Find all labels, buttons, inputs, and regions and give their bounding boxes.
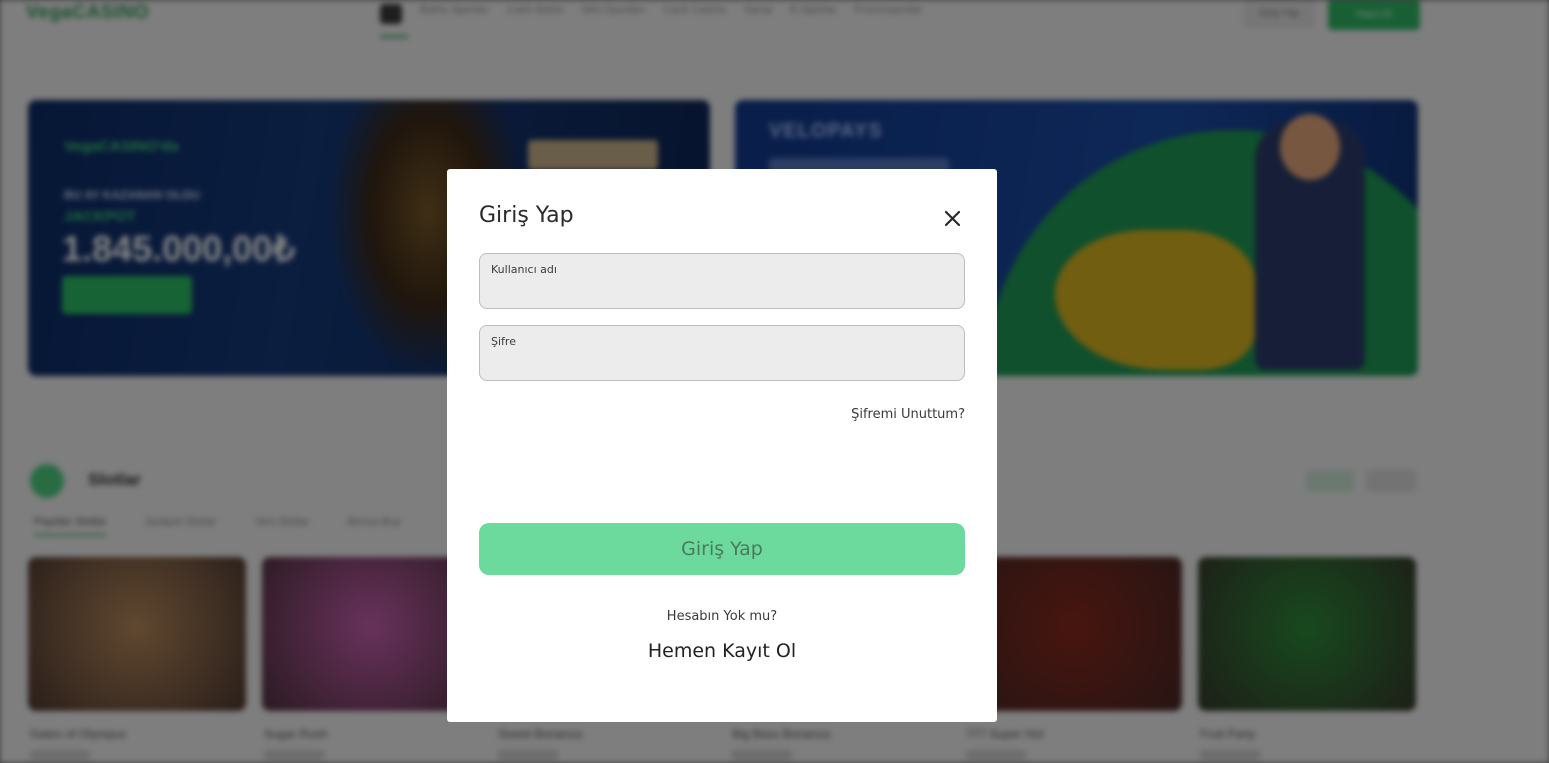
no-account-text: Hesabın Yok mu? <box>666 609 778 624</box>
modal-title: Giriş Yap <box>479 203 574 228</box>
forgot-password-link[interactable]: Şifremi Unuttum? <box>851 407 965 422</box>
password-input[interactable] <box>491 352 951 374</box>
username-label: Kullanıcı adı <box>491 263 557 276</box>
login-submit-button[interactable]: Giriş Yap <box>479 523 965 575</box>
close-button[interactable] <box>939 205 966 232</box>
login-modal: Giriş Yap Kullanıcı adı Şifre Şifremi Un… <box>447 169 997 722</box>
password-label: Şifre <box>491 335 516 348</box>
username-field[interactable]: Kullanıcı adı <box>479 253 965 309</box>
password-field[interactable]: Şifre <box>479 325 965 381</box>
username-input[interactable] <box>491 280 951 302</box>
register-link[interactable]: Hemen Kayıt Ol <box>447 640 997 662</box>
close-icon <box>944 210 961 227</box>
